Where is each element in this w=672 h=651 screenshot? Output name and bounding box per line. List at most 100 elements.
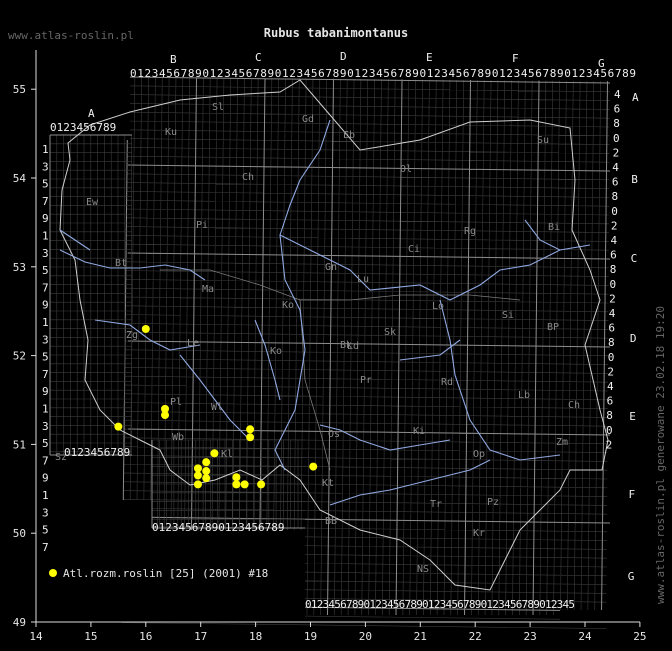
row-letter: E (629, 410, 636, 423)
region-label: Pz (487, 497, 499, 508)
left-digit: 7 (42, 541, 49, 554)
left-digit: 7 (42, 281, 49, 294)
right-digit: 4 (614, 88, 621, 101)
occurrence-dot[interactable] (232, 473, 241, 482)
occurrence-dot[interactable] (141, 324, 150, 333)
column-letter: C (255, 51, 262, 64)
region-label: Ku (165, 127, 177, 138)
region-label: Ch (568, 400, 580, 411)
left-digit: 1 (42, 143, 49, 156)
y-tick-label: 49 (13, 616, 26, 629)
left-digit: 7 (42, 368, 49, 381)
y-tick-label: 55 (13, 83, 26, 96)
region-label: Ko (270, 346, 282, 357)
left-digit: 7 (42, 195, 49, 208)
occurrence-dot[interactable] (210, 449, 219, 458)
occurrence-dot[interactable] (240, 480, 249, 489)
footer-text: www.atlas-roslin.pl generowane 23.02.18 … (654, 306, 667, 604)
right-digit: 0 (606, 424, 613, 437)
left-digit: 7 (42, 454, 49, 467)
left-digit: 3 (42, 247, 49, 260)
y-tick-label: 53 (13, 261, 26, 274)
x-tick-label: 21 (414, 630, 427, 643)
region-label: Pl (170, 397, 182, 408)
region-label: Kt (322, 478, 334, 489)
right-digit: 8 (610, 263, 617, 276)
occurrence-dot[interactable] (232, 480, 241, 489)
right-digit: 4 (607, 380, 614, 393)
region-label: Eb (343, 130, 355, 141)
occurrence-dot[interactable] (257, 480, 266, 489)
right-digit: 2 (606, 438, 613, 451)
x-tick-label: 18 (249, 630, 262, 643)
left-digit: 5 (42, 264, 49, 277)
occurrence-dot[interactable] (193, 464, 202, 473)
region-label: Wb (172, 432, 184, 443)
x-tick-label: 24 (578, 630, 592, 643)
region-label: BP (547, 322, 559, 333)
y-tick-label: 50 (13, 527, 26, 540)
region-label: NS (417, 564, 429, 575)
right-digit: 8 (613, 117, 620, 130)
region-label: Si (502, 310, 514, 321)
left-digit: 1 (42, 230, 49, 243)
right-digit: 4 (609, 307, 616, 320)
occurrence-dot[interactable] (193, 471, 202, 480)
bottom-digit-row: 0123456789012345678901234567890123456789… (305, 598, 575, 611)
region-label: Rd (441, 377, 453, 388)
right-digit: 2 (607, 365, 614, 378)
left-digit: 9 (42, 299, 49, 312)
left-digit: 9 (42, 385, 49, 398)
row-letter: G (628, 570, 635, 583)
x-tick-label: 15 (84, 630, 97, 643)
x-tick-label: 16 (139, 630, 152, 643)
left-digit: 5 (42, 524, 49, 537)
occurrence-dot[interactable] (114, 422, 123, 431)
occurrence-dot[interactable] (161, 411, 170, 420)
x-tick-label: 22 (469, 630, 482, 643)
right-digit: 6 (607, 395, 614, 408)
row-letter: A (632, 91, 639, 104)
occurrence-dot[interactable] (193, 480, 202, 489)
row-letter: B (631, 173, 638, 186)
right-digit: 8 (606, 409, 613, 422)
occurrence-dot[interactable] (246, 433, 255, 442)
region-label: Ol (400, 164, 412, 175)
region-label: Zg (126, 330, 138, 341)
x-tick-label: 14 (29, 630, 43, 643)
region-label: Ld (347, 341, 359, 352)
column-letter: B (170, 53, 177, 66)
region-label: Lo (432, 301, 444, 312)
row-letter: F (629, 488, 636, 501)
region-label: Ko (282, 300, 294, 311)
occurrence-dot[interactable] (309, 462, 318, 471)
region-label: Sl (212, 102, 224, 113)
region-label: Pr (360, 375, 372, 386)
legend: Atl.rozm.roslin [25] (2001) #18 (49, 567, 268, 580)
region-label: Le (187, 338, 199, 349)
region-label: Kl (221, 449, 233, 460)
column-letter: E (426, 51, 433, 64)
occurrence-dot[interactable] (202, 474, 211, 483)
right-digit: 0 (613, 132, 620, 145)
left-digit: 1 (42, 403, 49, 416)
region-label: Op (473, 449, 485, 460)
left-digit: 5 (42, 351, 49, 364)
right-digit: 6 (608, 322, 615, 335)
region-label: Kr (473, 528, 485, 539)
left-digit: 9 (42, 212, 49, 225)
x-tick-label: 19 (304, 630, 317, 643)
right-digit: 0 (608, 351, 615, 364)
right-digit: 4 (612, 161, 619, 174)
occurrence-dot[interactable] (202, 458, 211, 467)
y-tick-label: 54 (13, 172, 27, 185)
region-label: Tr (430, 499, 442, 510)
region-label: Ci (408, 244, 420, 255)
x-tick-label: 17 (194, 630, 207, 643)
occurrence-dot[interactable] (202, 467, 211, 476)
left-digit: 1 (42, 316, 49, 329)
region-label: Gn (325, 262, 337, 273)
region-label: Ew (86, 197, 99, 208)
region-label: Zm (556, 437, 568, 448)
occurrence-dot[interactable] (246, 425, 255, 434)
